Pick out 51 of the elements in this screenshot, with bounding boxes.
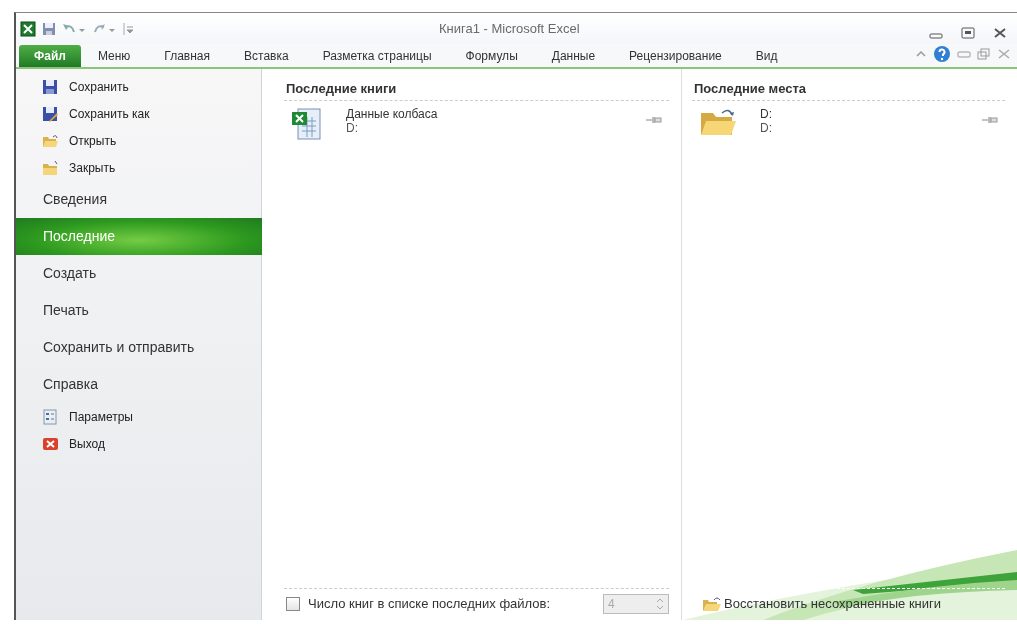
- menu-item[interactable]: Справка: [16, 366, 261, 403]
- ribbon-tab[interactable]: Файл: [19, 45, 81, 67]
- checkbox-label: Число книг в списке последних файлов:: [308, 596, 552, 611]
- section-heading: Последние места: [692, 69, 1005, 101]
- file-path: D:: [760, 121, 773, 135]
- menu-item[interactable]: Сохранить как: [16, 100, 261, 127]
- close-icon[interactable]: [993, 25, 1007, 40]
- help-icon[interactable]: [933, 45, 951, 63]
- customize-icon[interactable]: [122, 21, 134, 36]
- window-title: Книга1 - Microsoft Excel: [438, 21, 581, 36]
- section-heading: Последние книги: [284, 69, 669, 101]
- recent-item[interactable]: Данные колбаса D:: [284, 101, 669, 145]
- pin-icon[interactable]: [981, 115, 999, 125]
- save-icon[interactable]: [42, 21, 56, 36]
- spinner-arrows-icon: [656, 596, 664, 611]
- ribbon-tab[interactable]: Меню: [80, 45, 148, 67]
- checkbox[interactable]: [286, 596, 300, 611]
- menu-item[interactable]: Печать: [16, 292, 261, 329]
- save-as-icon: [42, 105, 59, 122]
- menu-item[interactable]: Закрыть: [16, 154, 261, 181]
- menu-item[interactable]: Создать: [16, 255, 261, 292]
- exit-icon: [42, 435, 59, 452]
- ribbon-tab[interactable]: Вставка: [227, 45, 306, 67]
- restore-icon[interactable]: [977, 48, 991, 60]
- menu-item[interactable]: Параметры: [16, 403, 261, 430]
- save-icon: [42, 78, 59, 95]
- spreadsheet-icon: [290, 107, 324, 141]
- ribbon-tab[interactable]: Главная: [147, 45, 228, 67]
- menu-item[interactable]: Открыть: [16, 127, 261, 154]
- ribbon-tab[interactable]: Формулы: [448, 45, 535, 67]
- recent-item[interactable]: D: D:: [692, 101, 1005, 141]
- folder-icon: [698, 107, 738, 137]
- file-name: D:: [760, 107, 773, 121]
- folder-icon: [42, 159, 59, 176]
- folder-icon: [702, 595, 722, 612]
- menu-item[interactable]: Выход: [16, 430, 261, 457]
- maximize-icon[interactable]: [961, 25, 975, 40]
- menu-item[interactable]: Сохранить и отправить: [16, 329, 261, 366]
- menu-item[interactable]: Сохранить: [16, 73, 261, 100]
- folder-icon: [42, 132, 59, 149]
- ribbon-tab[interactable]: Разметка страницы: [305, 45, 449, 67]
- file-name: Данные колбаса: [346, 107, 439, 121]
- minimize-icon[interactable]: [957, 48, 971, 60]
- menu-item[interactable]: Сведения: [16, 181, 261, 218]
- excel-logo-icon[interactable]: [20, 20, 36, 37]
- ribbon-tab[interactable]: Данные: [534, 45, 613, 67]
- ribbon-tab[interactable]: Вид: [738, 45, 795, 67]
- options-icon: [42, 408, 59, 425]
- ribbon-tab[interactable]: Рецензирование: [612, 45, 739, 67]
- pin-icon[interactable]: [645, 115, 663, 125]
- file-path: D:: [346, 121, 359, 135]
